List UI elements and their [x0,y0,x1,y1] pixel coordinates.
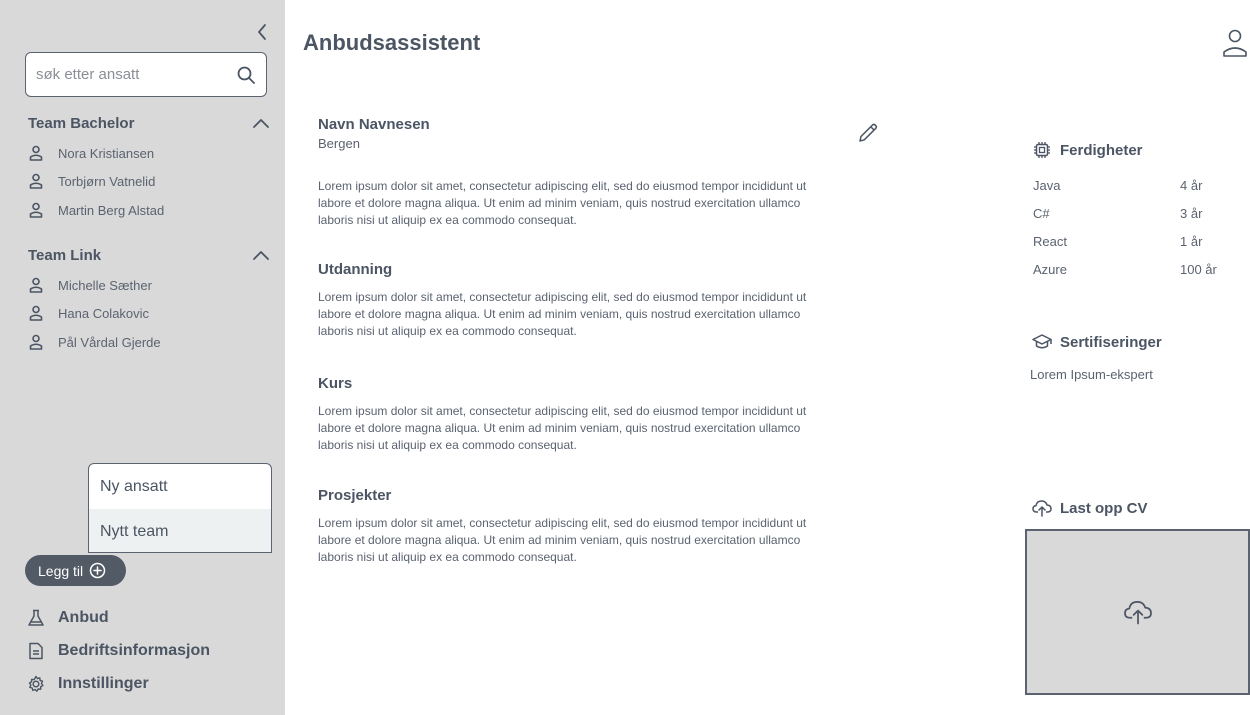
page-title: Anbudsassistent [303,30,481,55]
section-kurs: Kurs Lorem ipsum dolor sit amet, consect… [318,375,838,454]
section-title: Utdanning [318,261,393,278]
section-utdanning: Utdanning Lorem ipsum dolor sit amet, co… [318,261,838,340]
section-prosjekter: Prosjekter Lorem ipsum dolor sit amet, c… [318,487,838,566]
sidebar-member-pal[interactable]: Pål Vårdal Gjerde [28,331,161,353]
member-name: Pål Vårdal Gjerde [58,334,161,350]
section-text: Lorem ipsum dolor sit amet, consectetur … [318,404,807,452]
section-text: Lorem ipsum dolor sit amet, consectetur … [318,290,807,338]
user-profile-icon[interactable] [1222,28,1248,58]
sidebar-member-nora[interactable]: Nora Kristiansen [28,142,154,164]
member-name: Hana Colakovic [58,305,150,321]
skill-years: 4 år [1180,178,1203,193]
sidebar-member-michelle[interactable]: Michelle Sæther [28,274,152,296]
skill-name: React [1033,234,1067,249]
certification-item: Lorem Ipsum-ekspert [1030,367,1153,382]
nav-label: Bedriftsinformasjon [58,642,211,659]
flask-icon [26,608,46,628]
team-name: Team Link [28,246,102,264]
edit-pencil-icon[interactable] [857,122,879,144]
skill-name: Java [1033,178,1061,193]
nav-item-anbud[interactable]: Anbud [26,606,109,630]
skill-row: C# 3 år [1033,206,1233,226]
skill-name: C# [1033,206,1050,221]
add-button[interactable]: Legg til [25,555,126,586]
document-icon [26,641,46,661]
upload-heading: Last opp CV [1032,498,1148,518]
section-text: Lorem ipsum dolor sit amet, consectetur … [318,516,807,564]
team-header-link[interactable]: Team Link [28,243,270,267]
skill-row: Azure 100 år [1033,262,1233,282]
sidebar-member-torbjorn[interactable]: Torbjørn Vatnelid [28,170,155,192]
person-icon [28,305,44,321]
plus-circle-icon [89,562,106,579]
team-name: Team Bachelor [28,114,135,132]
gear-icon [26,674,46,694]
section-title: Kurs [318,375,353,392]
sidebar-member-martin[interactable]: Martin Berg Alstad [28,199,164,221]
profile-summary: Lorem ipsum dolor sit amet, consectetur … [318,178,838,229]
skills-heading: Ferdigheter [1032,140,1143,160]
graduation-cap-icon [1032,332,1052,352]
nav-item-bedriftsinformasjon[interactable]: Bedriftsinformasjon [26,639,210,663]
person-icon [28,145,44,161]
search-input[interactable] [36,66,235,83]
search-box [25,52,267,97]
upload-title: Last opp CV [1060,499,1148,517]
collapse-sidebar-button[interactable] [252,20,272,44]
add-dropdown-menu: Ny ansatt Nytt team [88,463,272,553]
profile-name: Navn Navnesen [318,116,430,133]
skill-years: 100 år [1180,262,1217,277]
member-name: Martin Berg Alstad [58,202,165,218]
skill-row: React 1 år [1033,234,1233,254]
search-icon[interactable] [235,64,256,86]
cloud-upload-icon [1123,601,1152,625]
menu-item-new-team[interactable]: Nytt team [89,509,271,552]
skill-years: 3 år [1180,206,1203,221]
member-name: Nora Kristiansen [58,145,155,161]
menu-item-new-employee[interactable]: Ny ansatt [89,464,271,509]
nav-label: Innstillinger [58,675,149,692]
nav-item-innstillinger[interactable]: Innstillinger [26,672,149,696]
summary-text: Lorem ipsum dolor sit amet, consectetur … [318,179,807,227]
sidebar-member-hana[interactable]: Hana Colakovic [28,302,149,324]
certifications-title: Sertifiseringer [1060,333,1162,351]
person-icon [28,334,44,350]
sidebar: Team Bachelor Nora Kristiansen Torbjørn … [0,0,285,715]
skills-title: Ferdigheter [1060,141,1143,159]
cv-upload-dropzone[interactable] [1025,529,1250,695]
person-icon [28,202,44,218]
chip-icon [1032,140,1052,160]
profile-location: Bergen [318,136,360,151]
person-icon [28,173,44,189]
member-name: Michelle Sæther [58,277,152,293]
team-header-bachelor[interactable]: Team Bachelor [28,111,270,135]
person-icon [28,277,44,293]
skill-row: Java 4 år [1033,178,1233,198]
certifications-heading: Sertifiseringer [1032,332,1162,352]
section-title: Prosjekter [318,487,392,504]
nav-label: Anbud [58,609,109,626]
chevron-left-icon [258,24,266,40]
skill-years: 1 år [1180,234,1203,249]
member-name: Torbjørn Vatnelid [58,173,156,189]
add-button-label: Legg til [38,562,84,579]
chevron-up-icon [253,119,269,128]
skill-name: Azure [1033,262,1067,277]
cloud-upload-icon [1032,498,1052,518]
chevron-up-icon [253,251,269,260]
